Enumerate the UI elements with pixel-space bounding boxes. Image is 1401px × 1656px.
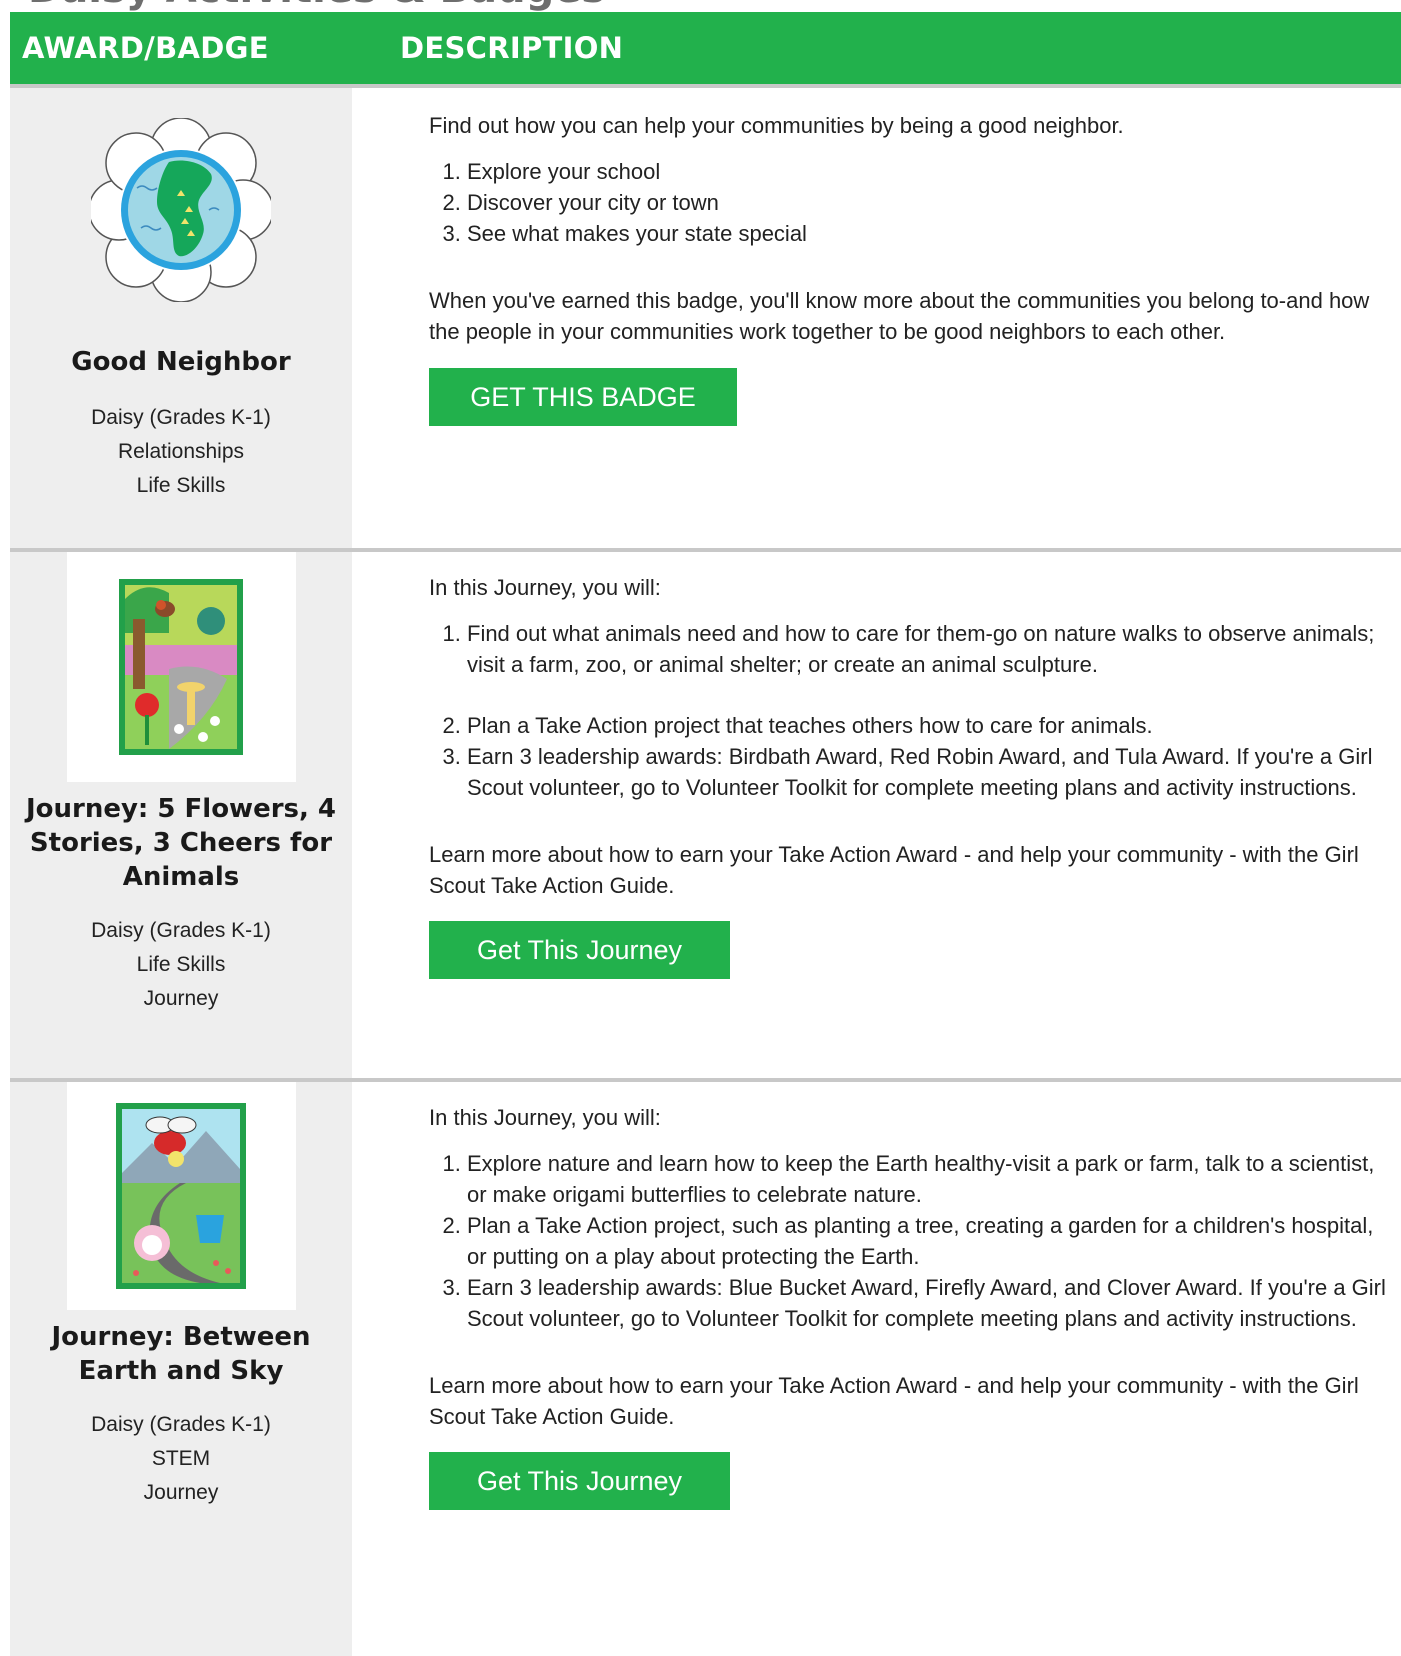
meta-category: STEM [151, 1447, 211, 1470]
description-intro: In this Journey, you will: [429, 1105, 661, 1130]
earth-sky-journey-book-icon[interactable] [66, 1082, 296, 1310]
description-outro: Learn more about how to earn your Take A… [429, 842, 1359, 898]
table-row: Journey: Between Earth and Sky Daisy (Gr… [10, 1078, 1401, 1656]
animals-journey-book-icon[interactable] [66, 552, 296, 782]
description-intro: In this Journey, you will: [429, 575, 661, 600]
description-outro: Learn more about how to earn your Take A… [429, 1373, 1359, 1429]
column-header-description: DESCRIPTION [400, 31, 624, 65]
list-item: Find out what animals need and how to ca… [467, 618, 1391, 680]
meta-level: Daisy (Grades K-1) [91, 406, 271, 429]
good-neighbor-badge-icon[interactable] [88, 117, 274, 307]
award-cell: Journey: Between Earth and Sky Daisy (Gr… [10, 1082, 352, 1656]
list-item: Plan a Take Action project that teaches … [467, 710, 1391, 741]
get-journey-button[interactable]: Get This Journey [429, 1452, 730, 1510]
table-row: Journey: 5 Flowers, 4 Stories, 3 Cheers … [10, 548, 1401, 1078]
steps-list: Find out what animals need and how to ca… [429, 618, 1391, 803]
steps-list: Explore nature and learn how to keep the… [429, 1148, 1391, 1334]
get-badge-button[interactable]: GET THIS BADGE [429, 368, 737, 426]
list-item: Earn 3 leadership awards: Blue Bucket Aw… [467, 1272, 1391, 1334]
badge-title[interactable]: Good Neighbor [71, 345, 290, 379]
meta-category: Relationships [117, 440, 245, 463]
meta-category: Life Skills [136, 953, 226, 976]
description-cell: Find out how you can help your communiti… [352, 88, 1401, 548]
badge-title[interactable]: Journey: Between Earth and Sky [20, 1320, 342, 1388]
meta-type: Journey [143, 1481, 219, 1504]
award-cell: Good Neighbor Daisy (Grades K-1) Relatio… [10, 88, 352, 548]
badge-meta: Daisy (Grades K-1) Life Skills Journey [91, 914, 271, 1016]
table-row: Good Neighbor Daisy (Grades K-1) Relatio… [10, 84, 1401, 548]
get-journey-button[interactable]: Get This Journey [429, 921, 730, 979]
meta-level: Daisy (Grades K-1) [91, 1413, 271, 1436]
badges-table: AWARD/BADGE DESCRIPTION Good Neighbor Da… [10, 12, 1401, 1656]
list-item: Discover your city or town [467, 187, 1391, 218]
meta-type: Life Skills [136, 474, 226, 497]
description-intro: Find out how you can help your communiti… [429, 113, 1124, 138]
list-item: See what makes your state special [467, 218, 1391, 249]
meta-type: Journey [143, 987, 219, 1010]
list-item: Earn 3 leadership awards: Birdbath Award… [467, 741, 1391, 803]
list-item: Explore nature and learn how to keep the… [467, 1148, 1391, 1210]
description-cell: In this Journey, you will: Explore natur… [352, 1082, 1401, 1656]
table-header: AWARD/BADGE DESCRIPTION [10, 12, 1401, 84]
award-cell: Journey: 5 Flowers, 4 Stories, 3 Cheers … [10, 552, 352, 1078]
description-cell: In this Journey, you will: Find out what… [352, 552, 1401, 1078]
description-outro: When you've earned this badge, you'll kn… [429, 288, 1370, 344]
steps-list: Explore your school Discover your city o… [429, 156, 1391, 249]
list-item: Plan a Take Action project, such as plan… [467, 1210, 1391, 1272]
list-item: Explore your school [467, 156, 1391, 187]
badge-meta: Daisy (Grades K-1) Relationships Life Sk… [91, 401, 271, 503]
page-heading-partial: Daisy Activities & Badges [0, 0, 1401, 12]
badge-meta: Daisy (Grades K-1) STEM Journey [91, 1408, 271, 1510]
column-header-award: AWARD/BADGE [22, 31, 269, 65]
badge-title[interactable]: Journey: 5 Flowers, 4 Stories, 3 Cheers … [20, 792, 342, 894]
meta-level: Daisy (Grades K-1) [91, 919, 271, 942]
